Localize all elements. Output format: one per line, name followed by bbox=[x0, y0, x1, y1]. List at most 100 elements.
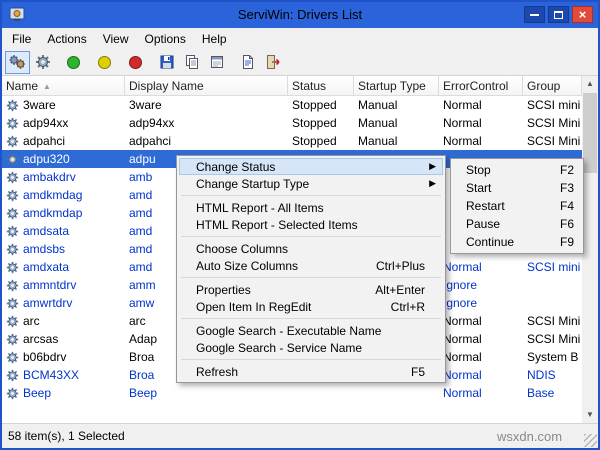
menu-item-label: Google Search - Executable Name bbox=[196, 323, 382, 338]
menubar-item[interactable]: Options bbox=[137, 29, 194, 49]
cell-name: b06bdrv bbox=[2, 348, 125, 366]
cell-name: ambakdrv bbox=[2, 168, 125, 186]
cell-name: amdkmdag bbox=[2, 186, 125, 204]
html-report-button[interactable] bbox=[235, 51, 260, 74]
stop-icon bbox=[129, 55, 142, 69]
driver-icon bbox=[6, 387, 19, 399]
column-header-status[interactable]: Status bbox=[288, 76, 354, 96]
driver-icon bbox=[6, 369, 19, 381]
menu-item-label: Pause bbox=[466, 217, 501, 231]
menu-item-label: HTML Report - Selected Items bbox=[196, 217, 358, 232]
context-menu-item[interactable]: Google Search - Service Name bbox=[179, 339, 443, 356]
menu-separator bbox=[181, 195, 441, 196]
stop-driver-button[interactable] bbox=[123, 51, 148, 74]
column-header-name[interactable]: Name ▲ bbox=[2, 76, 125, 96]
table-row[interactable]: 3ware 3ware Stopped Manual Normal SCSI m… bbox=[2, 96, 582, 114]
scroll-down-button[interactable]: ▼ bbox=[582, 407, 598, 423]
submenu-arrow-icon: ▶ bbox=[429, 161, 436, 171]
scroll-up-icon: ▲ bbox=[586, 79, 594, 88]
context-menu-item[interactable]: HTML Report - Selected Items bbox=[179, 216, 443, 233]
driver-icon bbox=[6, 243, 19, 255]
cell-errorcontrol: Normal bbox=[443, 314, 482, 328]
context-menu-item[interactable]: Properties Alt+Enter bbox=[179, 281, 443, 298]
menubar-item[interactable]: Actions bbox=[39, 29, 94, 49]
menubar-item[interactable]: View bbox=[95, 29, 137, 49]
menubar-item[interactable]: Help bbox=[194, 29, 235, 49]
scrollbar-thumb[interactable] bbox=[583, 93, 597, 173]
menu-item-label: Auto Size Columns bbox=[196, 258, 299, 273]
driver-icon bbox=[6, 297, 19, 309]
copy-selected-button[interactable] bbox=[179, 51, 204, 74]
driver-icon bbox=[6, 189, 19, 201]
context-menu-item[interactable]: HTML Report - All Items bbox=[179, 199, 443, 216]
cell-name: amwrtdrv bbox=[2, 294, 125, 312]
driver-name: arc bbox=[23, 314, 40, 328]
save-selected-button[interactable] bbox=[154, 51, 179, 74]
column-label: Display Name bbox=[129, 79, 204, 93]
menu-item-shortcut: F4 bbox=[559, 199, 574, 213]
driver-name: arcsas bbox=[23, 332, 59, 346]
cell-errorcontrol: Normal bbox=[443, 332, 482, 346]
column-header-group[interactable]: Group bbox=[523, 76, 582, 96]
properties-button[interactable] bbox=[204, 51, 229, 74]
context-menu-item[interactable]: Change Startup Type ▶ bbox=[179, 175, 443, 192]
submenu-item[interactable]: Stop F2 bbox=[453, 161, 581, 179]
drivers-view-button[interactable] bbox=[5, 50, 30, 74]
cell-startup-type: Manual bbox=[358, 134, 398, 148]
table-row[interactable]: Beep Beep Normal Base bbox=[2, 384, 582, 402]
cell-errorcontrol: Normal bbox=[443, 386, 482, 400]
start-driver-button[interactable] bbox=[61, 51, 86, 74]
column-label: Name bbox=[6, 79, 39, 93]
cell-name: 3ware bbox=[2, 96, 125, 114]
context-menu-item[interactable]: Google Search - Executable Name bbox=[179, 322, 443, 339]
cell-name: adpu320 bbox=[2, 150, 125, 168]
column-header-errorcontrol[interactable]: ErrorControl bbox=[439, 76, 523, 96]
driver-name: adpu320 bbox=[23, 152, 70, 166]
context-menu-item[interactable]: Refresh F5 bbox=[179, 363, 443, 380]
menu-item-label: Choose Columns bbox=[196, 241, 289, 256]
exit-button[interactable] bbox=[260, 51, 285, 74]
resize-grip[interactable] bbox=[584, 434, 597, 447]
pause-driver-button[interactable] bbox=[92, 51, 117, 74]
cell-status: Stopped bbox=[292, 134, 337, 148]
context-menu-item[interactable]: Open Item In RegEdit Ctrl+R bbox=[179, 298, 443, 315]
menu-item-shortcut: F3 bbox=[559, 181, 574, 195]
submenu-item[interactable]: Pause F6 bbox=[453, 215, 581, 233]
context-menu: Change Status ▶ Change Startup Type ▶ HT… bbox=[176, 155, 446, 383]
minimize-button[interactable] bbox=[524, 6, 545, 23]
column-label: Startup Type bbox=[358, 79, 426, 93]
scroll-up-button[interactable]: ▲ bbox=[582, 76, 598, 92]
submenu-item[interactable]: Start F3 bbox=[453, 179, 581, 197]
driver-name: 3ware bbox=[23, 98, 56, 112]
cell-group: SCSI Mini bbox=[527, 116, 581, 130]
table-row[interactable]: adp94xx adp94xx Stopped Manual Normal SC… bbox=[2, 114, 582, 132]
column-header-display-name[interactable]: Display Name bbox=[125, 76, 288, 96]
table-row[interactable]: adpahci adpahci Stopped Manual Normal SC… bbox=[2, 132, 582, 150]
close-icon: × bbox=[578, 7, 587, 22]
cell-group: SCSI Mini bbox=[527, 314, 581, 328]
menubar-item[interactable]: File bbox=[4, 29, 39, 49]
maximize-button[interactable] bbox=[548, 6, 569, 23]
column-label: Group bbox=[527, 79, 561, 93]
menu-item-label: Change Startup Type bbox=[196, 176, 310, 191]
cell-group: SCSI Mini bbox=[527, 134, 581, 148]
toolbar bbox=[2, 49, 598, 75]
context-menu-item[interactable]: Auto Size Columns Ctrl+Plus bbox=[179, 257, 443, 274]
menu-item-shortcut: F2 bbox=[559, 163, 574, 177]
context-menu-item[interactable]: Choose Columns bbox=[179, 240, 443, 257]
submenu-item[interactable]: Continue F9 bbox=[453, 233, 581, 251]
minimize-icon bbox=[530, 13, 539, 16]
context-menu-item[interactable]: Change Status ▶ bbox=[179, 158, 443, 175]
close-button[interactable]: × bbox=[572, 6, 593, 23]
services-view-button[interactable] bbox=[30, 51, 55, 74]
gear-icon bbox=[35, 55, 50, 69]
column-header-startup-type[interactable]: Startup Type bbox=[354, 76, 439, 96]
menu-item-label: HTML Report - All Items bbox=[196, 200, 324, 215]
vertical-scrollbar[interactable]: ▲ ▼ bbox=[582, 76, 598, 423]
driver-icon bbox=[6, 99, 19, 111]
driver-icon bbox=[6, 153, 19, 165]
menu-item-shortcut: F6 bbox=[559, 217, 574, 231]
cell-status: Stopped bbox=[292, 98, 337, 112]
cell-startup-type: Manual bbox=[358, 116, 398, 130]
submenu-item[interactable]: Restart F4 bbox=[453, 197, 581, 215]
